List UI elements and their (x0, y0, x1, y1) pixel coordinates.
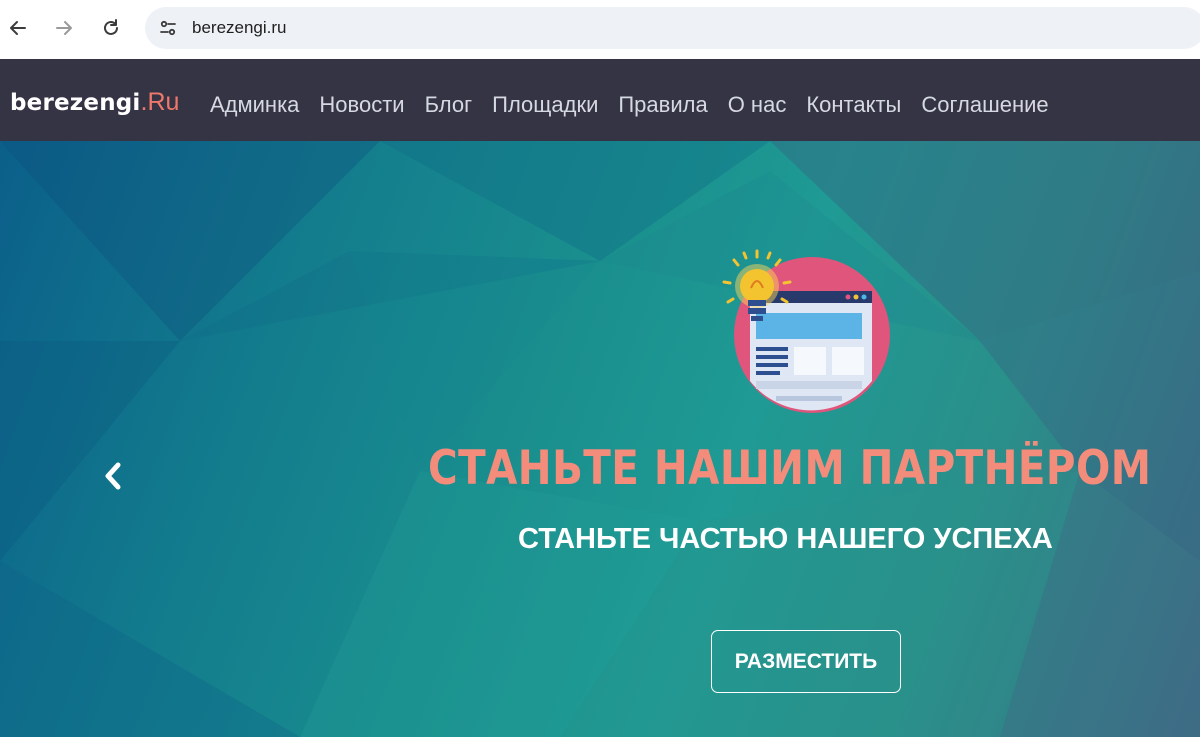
hero-background-polygons (0, 141, 1200, 737)
logo-text: berezengi (10, 90, 141, 116)
menu-item-admin[interactable]: Админка (200, 90, 309, 120)
site-info-button[interactable] (153, 13, 183, 43)
main-menu: Админка Новости Блог Площадки Правила О … (200, 90, 1059, 120)
menu-item-news[interactable]: Новости (309, 90, 414, 120)
place-button[interactable]: РАЗМЕСТИТЬ (711, 630, 901, 693)
arrow-right-icon (56, 21, 72, 35)
lightbulb-webpage-icon (722, 249, 890, 413)
browser-toolbar: berezengi.ru (0, 0, 1200, 59)
slider-prev-button[interactable] (98, 461, 128, 491)
menu-item-blog[interactable]: Блог (415, 90, 483, 120)
reload-button[interactable] (96, 13, 126, 43)
site-header: berezengi.Ru Админка Новости Блог Площад… (0, 59, 1200, 141)
reload-icon (104, 19, 118, 35)
menu-item-contacts[interactable]: Контакты (796, 90, 911, 120)
hero-slider: СТАНЬТЕ НАШИМ ПАРТНЁРОМ СТАНЬТЕ ЧАСТЬЮ Н… (0, 141, 1200, 737)
forward-button[interactable] (49, 13, 79, 43)
arrow-left-icon (10, 21, 26, 35)
menu-item-about[interactable]: О нас (718, 90, 797, 120)
chevron-left-icon (105, 462, 121, 490)
menu-item-platforms[interactable]: Площадки (482, 90, 608, 120)
tune-icon (160, 20, 176, 36)
site-logo[interactable]: berezengi.Ru (10, 86, 179, 118)
menu-item-rules[interactable]: Правила (608, 90, 717, 120)
address-bar[interactable]: berezengi.ru (145, 7, 1200, 49)
menu-item-agreement[interactable]: Соглашение (911, 90, 1058, 120)
hero-subtitle: СТАНЬТЕ ЧАСТЬЮ НАШЕГО УСПЕХА (518, 523, 1053, 555)
hero-title: СТАНЬТЕ НАШИМ ПАРТНЁРОМ (428, 441, 1152, 496)
back-button[interactable] (3, 13, 33, 43)
url-text: berezengi.ru (192, 18, 287, 37)
logo-tld: .Ru (140, 88, 180, 116)
